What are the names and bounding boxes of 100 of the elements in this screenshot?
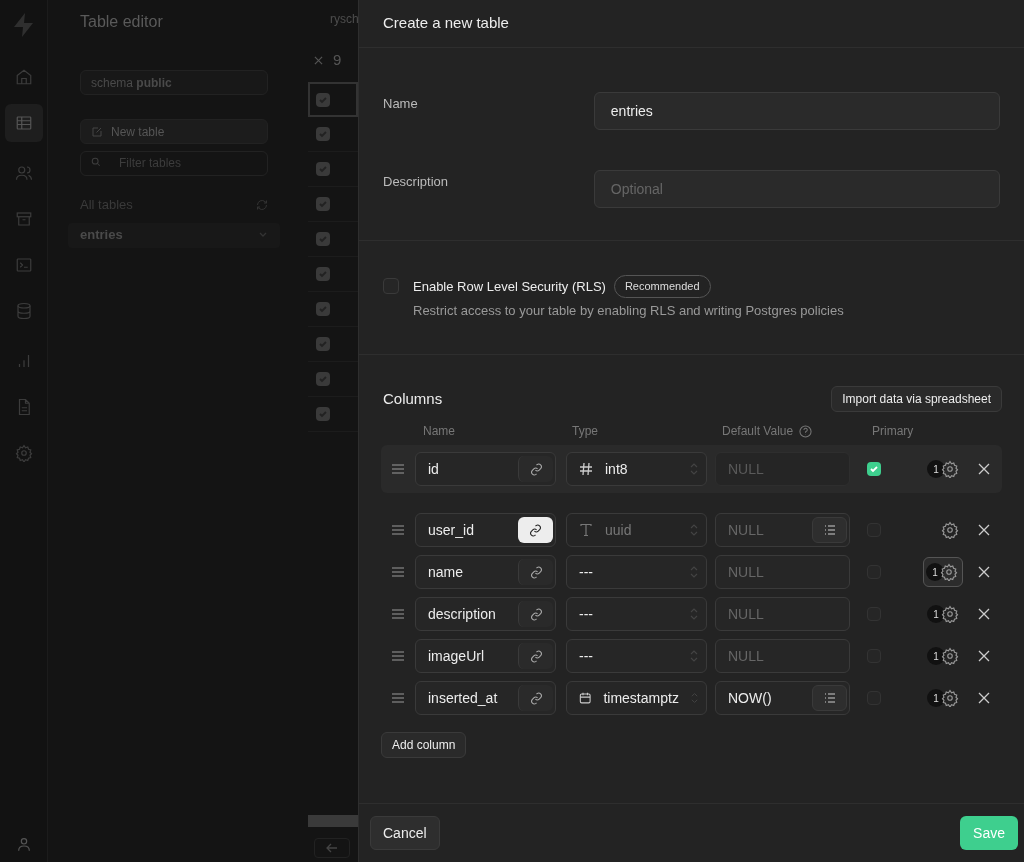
drag-handle-icon[interactable] [391,525,405,535]
back-button[interactable] [314,838,350,858]
settings-button[interactable]: 1 [925,599,963,629]
list-icon [823,525,836,535]
column-name-field[interactable]: inserted_at [415,681,556,715]
link-icon [529,565,543,579]
count-badge: 1 [927,689,945,707]
link-button[interactable] [518,517,553,543]
settings-icon [940,563,958,581]
check-icon [318,304,328,314]
panel-title: Create a new table [383,13,509,34]
column-header: Primary [872,424,914,438]
table-icon [14,114,33,132]
sort-icon [690,608,698,620]
settings-icon [14,444,33,462]
sort-icon [690,463,698,475]
column-name-field[interactable]: id [415,452,556,486]
check-icon [318,374,328,384]
check-icon [318,199,328,209]
type-select[interactable]: timestamptz [566,681,707,715]
settings-button[interactable]: 1 [925,454,963,484]
column-name-field[interactable]: name [415,555,556,589]
link-icon [529,462,543,476]
check-icon [318,269,328,279]
page-title: Table editor [80,12,164,30]
edit-icon [91,125,103,138]
check-icon [318,234,328,244]
add-column-button[interactable]: Add column [381,732,467,758]
nav-item[interactable] [4,104,43,142]
check-icon [318,409,328,419]
count-badge: 1 [926,563,944,581]
sort-icon [690,566,698,578]
scrollbar[interactable] [308,815,358,827]
refresh-icon[interactable] [256,198,268,211]
check-icon [318,129,328,139]
hash-icon [579,462,593,476]
column-header: Name [423,424,455,438]
field-label: Description [383,173,450,191]
users-icon [14,164,33,182]
check-icon [318,339,328,349]
sort-icon [690,650,698,662]
drag-handle-icon[interactable] [391,609,405,619]
suggestions-button[interactable] [812,517,847,543]
type-select[interactable]: --- [566,555,707,589]
terminal-icon [14,256,33,274]
drag-handle-icon[interactable] [391,567,405,577]
check-icon [318,164,328,174]
column-name-field[interactable]: imageUrl [415,639,556,673]
settings-button[interactable]: 1 [925,641,963,671]
text-input-field[interactable]: Optional [593,170,1000,208]
default-value-field[interactable]: NOW() [715,681,850,715]
section-heading: Columns [383,388,443,409]
settings-button[interactable]: 1 [923,557,963,587]
text-input-field[interactable]: entries [593,92,1000,130]
cancel-button[interactable]: Cancel [370,816,440,850]
row-checkbox[interactable] [316,302,330,316]
row-checkbox[interactable] [316,92,330,107]
link-icon [529,649,543,663]
column-name-field[interactable]: description [415,597,556,631]
primary-checkbox[interactable] [867,462,881,476]
drag-handle-icon[interactable] [391,693,405,703]
row-checkbox[interactable] [316,232,330,246]
row-checkbox[interactable] [316,197,330,211]
user-icon[interactable] [15,836,32,852]
list-icon [823,693,836,703]
sort-icon [690,692,698,704]
lightning-logo[interactable] [11,12,36,38]
rls-description: Restrict access to your table by enabling RLS and writing Postgres policies [413,301,844,320]
row-checkbox[interactable] [316,372,330,386]
settings-icon [941,460,959,478]
sort-icon [690,524,698,536]
column-name-field[interactable]: user_id [415,513,556,547]
check-icon [318,94,328,105]
suggestions-button[interactable] [812,685,847,711]
column-header: Default Value [722,423,794,440]
count-badge: 1 [927,647,945,665]
home-icon [14,68,33,86]
import-button[interactable]: Import data via spreadsheet [831,386,1002,412]
count-badge: 1 [927,605,945,623]
type-select[interactable]: --- [566,597,707,631]
row-checkbox[interactable] [316,162,330,176]
help-icon[interactable] [799,424,813,438]
row-checkbox[interactable] [316,127,330,141]
count-badge: 1 [927,460,945,478]
row-checkbox[interactable] [316,337,330,351]
settings-button[interactable]: 1 [925,683,963,713]
rls-label: Enable Row Level Security (RLS) [413,277,606,296]
column-header: Type [572,424,598,438]
settings-icon [941,647,959,665]
calendar-icon [579,691,592,705]
type-select[interactable]: int8 [566,452,707,486]
selection-count: 9 [333,49,342,70]
row-checkbox[interactable] [316,407,330,421]
settings-icon [941,521,959,539]
type-select[interactable]: --- [566,639,707,673]
drag-handle-icon[interactable] [391,651,405,661]
row-checkbox[interactable] [316,267,330,281]
link-icon [529,691,543,705]
drag-handle-icon[interactable] [391,464,405,474]
link-icon [529,523,542,537]
